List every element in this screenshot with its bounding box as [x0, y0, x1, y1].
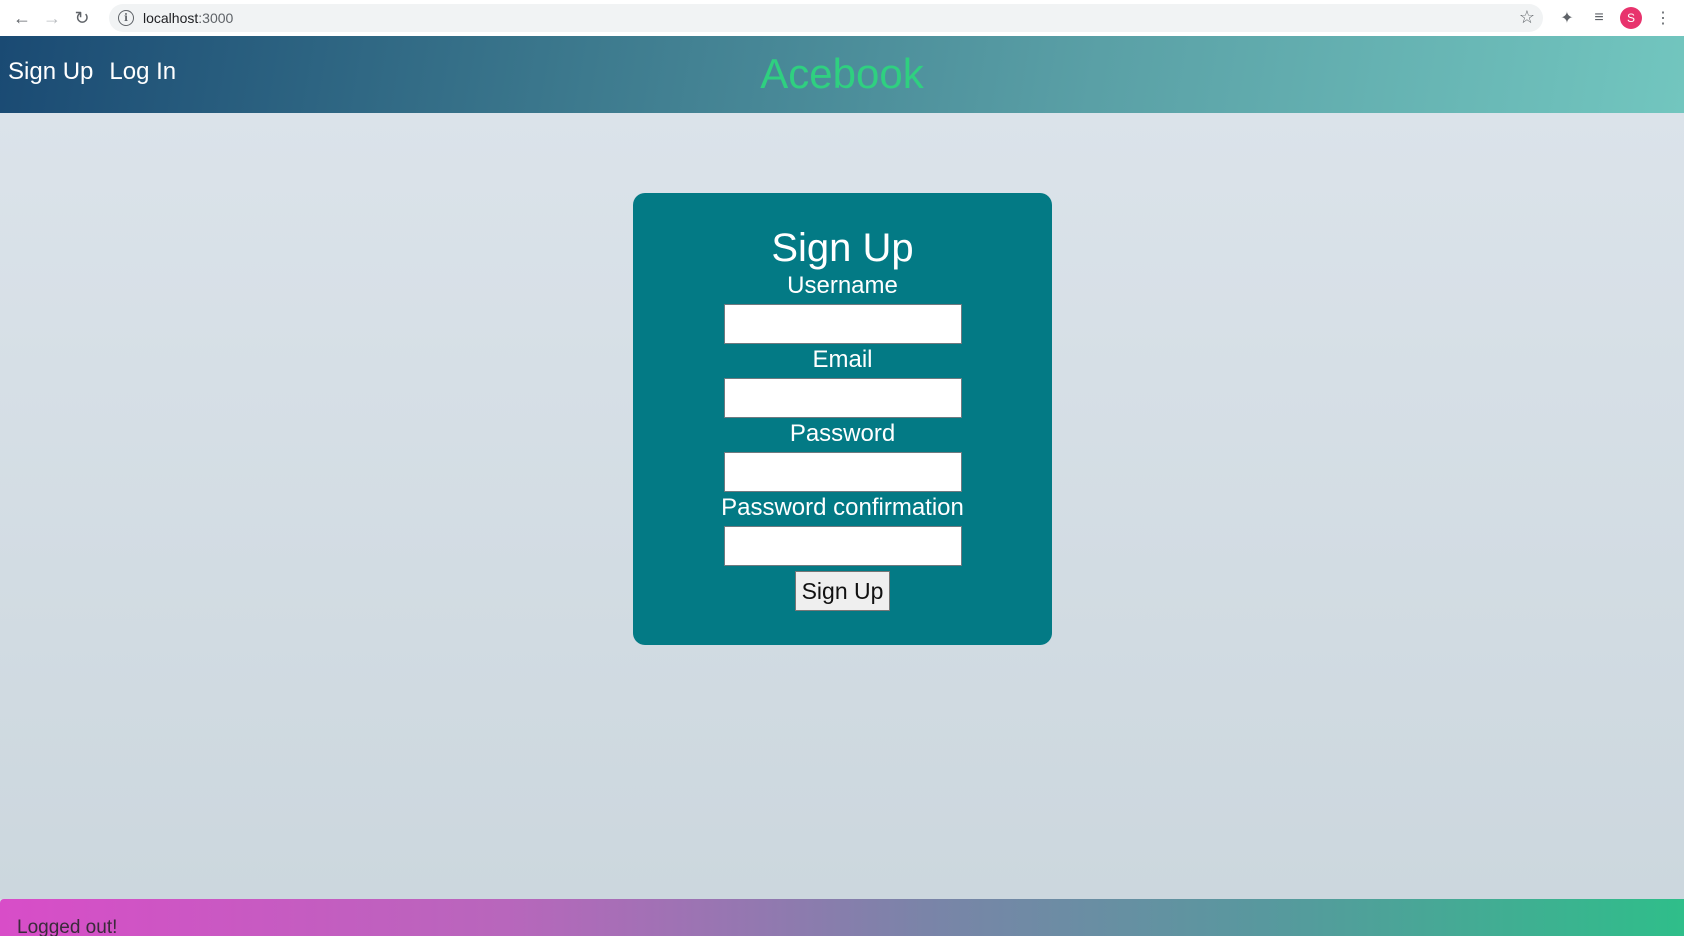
flash-message: Logged out!	[17, 917, 118, 936]
back-arrow-icon[interactable]: ←	[7, 3, 37, 33]
password-input[interactable]	[723, 452, 962, 492]
toolbar-right-icons: ✦ ≡ S ⋮	[1556, 0, 1684, 36]
password-confirmation-label: Password confirmation	[721, 494, 964, 521]
url-text: localhost:3000	[143, 10, 233, 26]
avatar[interactable]: S	[1620, 7, 1642, 29]
flash-bar: Logged out!	[0, 899, 1684, 936]
media-queue-icon[interactable]: ≡	[1588, 7, 1610, 29]
email-label: Email	[812, 346, 873, 373]
username-label: Username	[787, 272, 898, 299]
url-port: :3000	[198, 10, 234, 26]
signup-title: Sign Up	[771, 226, 914, 270]
browser-toolbar: ← → ↻ i localhost:3000 ☆ ✦ ≡ S ⋮	[0, 0, 1684, 36]
app-header: Sign Up Log In Acebook	[0, 36, 1684, 113]
kebab-menu-icon[interactable]: ⋮	[1652, 7, 1674, 29]
username-input[interactable]	[723, 304, 962, 344]
sign-up-button[interactable]: Sign Up	[795, 571, 890, 611]
info-icon[interactable]: i	[118, 10, 134, 26]
email-group: Email	[633, 348, 1052, 422]
main-content: Sign Up Username Email Password Password…	[0, 113, 1684, 899]
star-icon[interactable]: ☆	[1519, 7, 1535, 28]
forward-arrow-icon[interactable]: →	[37, 3, 67, 33]
password-group: Password	[633, 422, 1052, 496]
brand-title: Acebook	[760, 50, 924, 97]
signup-card: Sign Up Username Email Password Password…	[633, 193, 1052, 645]
url-host: localhost	[143, 10, 199, 26]
password-confirmation-group: Password confirmation	[633, 496, 1052, 570]
address-bar[interactable]: i localhost:3000 ☆	[109, 4, 1543, 32]
username-group: Username	[633, 274, 1052, 348]
password-confirmation-input[interactable]	[723, 526, 962, 566]
password-label: Password	[789, 420, 896, 447]
puzzle-icon[interactable]: ✦	[1556, 7, 1578, 29]
email-input[interactable]	[723, 378, 962, 418]
reload-icon[interactable]: ↻	[67, 3, 97, 33]
